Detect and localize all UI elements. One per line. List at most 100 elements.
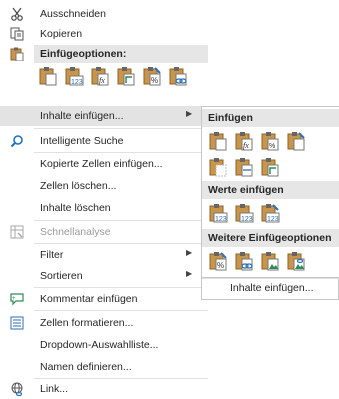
menu-item-label: Zellen löschen... <box>40 180 117 192</box>
submenu-arrow-icon: ▶ <box>186 109 193 118</box>
paste-option-transpose[interactable] <box>114 64 138 88</box>
paste-formulas-icon: fx <box>91 67 109 86</box>
menu-item-smart-lookup[interactable]: Intelligente Suche <box>0 131 208 151</box>
submenu-formulas-button[interactable]: fx <box>232 129 256 153</box>
paste-formatting-icon: % <box>209 252 227 271</box>
menu-item-link[interactable]: Link... <box>0 379 208 399</box>
paste-formulas-number-format-icon: % <box>261 132 279 151</box>
paste-link-icon <box>169 67 187 86</box>
menu-item-define-name[interactable]: Namen definieren... <box>0 357 208 377</box>
menu-item-clear-contents[interactable]: Inhalte löschen <box>0 198 208 218</box>
scissors-icon <box>10 7 24 21</box>
menu-item-label: Filter <box>40 249 64 261</box>
menu-item-label: Kopieren <box>40 28 83 40</box>
paste-values-source-formatting-icon: 123 <box>261 204 280 223</box>
paste-values-number-format-icon: 123 <box>235 204 254 223</box>
paste-values-icon: 123 <box>65 67 84 86</box>
submenu-header-more: Weitere Einfügeoptionen <box>202 229 339 247</box>
menu-item-label: Einfügeoptionen: <box>40 48 127 60</box>
svg-text:%: % <box>269 143 275 150</box>
menu-item-insert-copied-cells[interactable]: Kopierte Zellen einfügen... <box>0 154 208 174</box>
menu-separator <box>34 220 208 221</box>
format-cells-icon <box>10 316 24 330</box>
submenu-values-source-formatting-button[interactable]: 123 <box>258 201 282 225</box>
paste-formatting-icon: % <box>143 67 161 86</box>
svg-text:123: 123 <box>215 216 227 223</box>
menu-item-cut[interactable]: Ausschneiden <box>0 4 208 24</box>
menu-separator <box>34 310 208 311</box>
menu-item-paste-special[interactable]: Inhalte einfügen... ▶ <box>0 106 208 126</box>
submenu-formulas-number-format-button[interactable]: % <box>258 129 282 153</box>
context-menu: Ausschneiden Kopieren Einfügeoptionen: 1… <box>0 0 208 399</box>
paste-option-formatting[interactable]: % <box>140 64 164 88</box>
paste-option-link[interactable] <box>166 64 190 88</box>
menu-item-label: Zellen formatieren... <box>40 317 134 329</box>
submenu-transpose-button[interactable] <box>258 155 282 179</box>
svg-text:fx: fx <box>243 141 249 150</box>
paste-values-icon: 123 <box>209 204 228 223</box>
menu-item-label: Link... <box>40 383 69 395</box>
menu-item-label: Sortieren <box>40 270 83 282</box>
paste-linked-picture-icon <box>287 252 305 271</box>
menu-item-quick-analysis[interactable]: Schnellanalyse <box>0 222 208 242</box>
menu-separator <box>34 243 208 244</box>
submenu-footer-panel: Inhalte einfügen... <box>201 278 339 300</box>
submenu-linked-picture-button[interactable] <box>284 249 308 273</box>
submenu-column-widths-button[interactable] <box>232 155 256 179</box>
svg-text:%: % <box>217 261 224 270</box>
submenu-header-label: Weitere Einfügeoptionen <box>208 232 332 244</box>
menu-separator <box>34 128 208 129</box>
svg-text:%: % <box>151 76 158 85</box>
submenu-header-label: Einfügen <box>208 112 253 124</box>
keep-source-formatting-icon <box>287 132 305 151</box>
submenu-keep-formatting-button[interactable] <box>284 129 308 153</box>
menu-item-dropdown-list[interactable]: Dropdown-Auswahlliste... <box>0 335 208 355</box>
paste-option-values[interactable]: 123 <box>62 64 86 88</box>
transpose-icon <box>117 67 135 86</box>
paste-option-formulas[interactable]: fx <box>88 64 112 88</box>
paste-option-paste[interactable] <box>36 64 60 88</box>
menu-item-label: Ausschneiden <box>40 8 106 20</box>
submenu-header-paste: Einfügen <box>202 109 339 127</box>
svg-text:+: + <box>12 296 16 302</box>
menu-item-label: Inhalte löschen <box>40 202 111 214</box>
menu-item-delete-cells[interactable]: Zellen löschen... <box>0 176 208 196</box>
paste-formulas-icon: fx <box>235 132 253 151</box>
menu-item-filter[interactable]: Filter ▶ <box>0 245 208 265</box>
submenu-header-values: Werte einfügen <box>202 181 339 199</box>
paste-icon <box>39 67 57 86</box>
menu-item-label: Namen definieren... <box>40 361 132 373</box>
menu-item-sort[interactable]: Sortieren ▶ <box>0 266 208 286</box>
menu-item-label: Kopierte Zellen einfügen... <box>40 158 163 170</box>
menu-separator <box>34 287 208 288</box>
menu-item-insert-comment[interactable]: + Kommentar einfügen <box>0 289 208 309</box>
paste-special-submenu: Einfügen fx % Werte einfügen 123 123 123… <box>201 106 339 278</box>
menu-item-copy[interactable]: Kopieren <box>0 24 208 44</box>
svg-text:123: 123 <box>71 79 83 86</box>
svg-text:123: 123 <box>267 216 279 223</box>
paste-link-icon <box>235 252 253 271</box>
submenu-picture-button[interactable] <box>258 249 282 273</box>
svg-text:fx: fx <box>99 76 105 85</box>
quick-analysis-icon <box>10 225 24 239</box>
menu-item-label: Kommentar einfügen <box>40 293 138 305</box>
submenu-paste-link-button[interactable] <box>232 249 256 273</box>
menu-item-label: Dropdown-Auswahlliste... <box>40 339 159 351</box>
link-icon <box>10 382 24 397</box>
menu-item-label: Inhalte einfügen... <box>40 110 124 122</box>
menu-item-paste-options: Einfügeoptionen: <box>0 44 208 64</box>
submenu-header-label: Werte einfügen <box>208 184 284 196</box>
svg-text:123: 123 <box>241 216 253 223</box>
submenu-no-borders-button[interactable] <box>206 155 230 179</box>
paste-icon <box>10 47 24 62</box>
submenu-values-number-format-button[interactable]: 123 <box>232 201 256 225</box>
submenu-values-button[interactable]: 123 <box>206 201 230 225</box>
menu-item-label: Intelligente Suche <box>40 135 124 147</box>
paste-no-borders-icon <box>209 158 227 177</box>
submenu-arrow-icon: ▶ <box>186 269 193 278</box>
menu-item-format-cells[interactable]: Zellen formatieren... <box>0 313 208 333</box>
smart-lookup-icon <box>10 134 24 148</box>
submenu-paste-button[interactable] <box>206 129 230 153</box>
submenu-formatting-button[interactable]: % <box>206 249 230 273</box>
submenu-item-paste-special[interactable]: Inhalte einfügen... <box>202 279 339 299</box>
